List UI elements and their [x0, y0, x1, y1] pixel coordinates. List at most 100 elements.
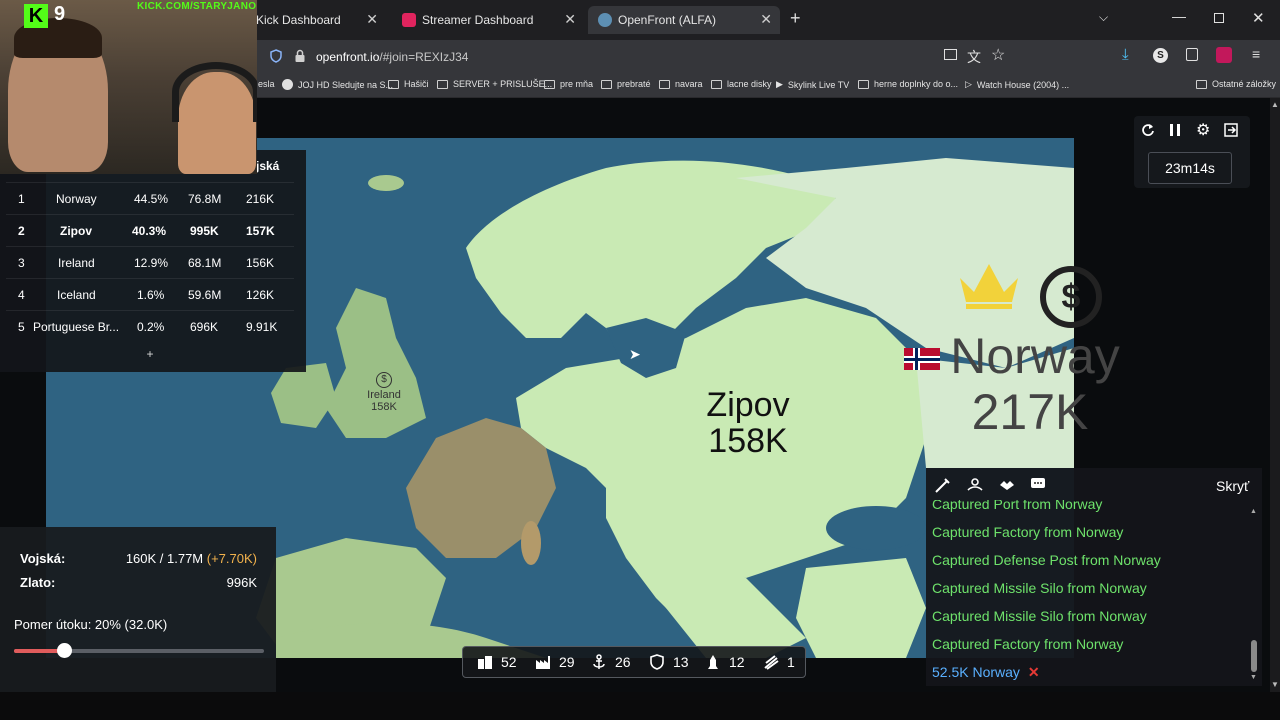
- events-scrollbar[interactable]: ▲ ▼: [1250, 508, 1258, 682]
- attack-filter-icon[interactable]: [934, 476, 952, 494]
- translate-icon[interactable]: 文: [967, 47, 981, 67]
- building-count-port[interactable]: 26: [591, 654, 631, 670]
- cancel-attack-icon[interactable]: ✕: [1028, 664, 1040, 680]
- url-text[interactable]: openfront.io/#join=REXIzJ34: [316, 50, 468, 64]
- events-scroll-down-icon[interactable]: ▼: [1250, 674, 1257, 681]
- bookmark-label: prebraté: [617, 79, 651, 89]
- events-scroll-thumb[interactable]: [1251, 640, 1257, 672]
- close-window-icon[interactable]: ✕: [1252, 9, 1265, 27]
- troops: 157K: [246, 224, 275, 238]
- bookmark-item[interactable]: ▶ Skylink Live TV: [776, 79, 849, 90]
- building-count-city[interactable]: 52: [477, 654, 517, 670]
- bookmark-item[interactable]: lacne disky: [711, 79, 772, 89]
- bookmark-item[interactable]: Ostatné záložky: [1196, 79, 1276, 89]
- scroll-down-icon[interactable]: ▼: [1271, 680, 1279, 689]
- viewer-count: 9: [54, 3, 66, 25]
- bookmark-item[interactable]: Hašiči: [388, 79, 429, 89]
- bookmark-label: Skylink Live TV: [787, 79, 850, 90]
- new-tab-icon[interactable]: +: [790, 8, 801, 29]
- download-icon[interactable]: ⤓: [1122, 46, 1129, 63]
- leaderboard-row[interactable]: 1 Norway 44.5% 76.8M 216K: [6, 182, 294, 214]
- settings-icon[interactable]: ⚙: [1196, 120, 1210, 140]
- trade-filter-icon[interactable]: [966, 476, 984, 494]
- game-timer: 23m14s: [1148, 152, 1232, 184]
- player-name: Iceland: [57, 288, 96, 302]
- count: 29: [559, 654, 575, 670]
- bookmark-item[interactable]: herne doplnky do o...: [858, 79, 958, 89]
- attack-ratio-slider-handle[interactable]: [57, 643, 72, 658]
- alliance-filter-icon[interactable]: [998, 476, 1016, 494]
- attack-ratio-slider[interactable]: [14, 643, 264, 658]
- microphone-extension-icon[interactable]: [1216, 47, 1232, 63]
- folder-icon: [1196, 79, 1207, 89]
- count: 13: [673, 654, 689, 670]
- factory-icon: [536, 656, 550, 669]
- lock-icon[interactable]: [294, 49, 306, 63]
- troops: 9.91K: [246, 320, 278, 334]
- pause-icon[interactable]: [1170, 124, 1180, 136]
- player-name: Zipov: [60, 224, 92, 238]
- bookmark-item[interactable]: ▷ Watch House (2004) ...: [965, 79, 1069, 90]
- page-scrollbar[interactable]: ▲ ▼: [1270, 98, 1280, 692]
- close-icon[interactable]: ✕: [564, 11, 576, 28]
- event-message: Captured Factory from Norway: [932, 636, 1124, 652]
- chat-filter-icon[interactable]: [1030, 476, 1046, 492]
- gold: 696K: [190, 320, 219, 334]
- globe-favicon-icon: [598, 13, 612, 27]
- bookmark-label: herne doplnky do o...: [874, 79, 959, 89]
- leaderboard-row-current-player[interactable]: 2 Zipov 40.3% 995K 157K: [6, 214, 294, 246]
- tab-kick-dashboard[interactable]: Kick Dashboard ✕: [250, 6, 386, 34]
- gold-label: Zlato:: [20, 575, 56, 590]
- close-icon[interactable]: ✕: [366, 11, 378, 28]
- gold: 76.8M: [188, 192, 222, 206]
- bookmark-item[interactable]: prebraté: [601, 79, 651, 89]
- building-count-sam-launcher[interactable]: 1: [763, 654, 795, 670]
- events-scroll-up-icon[interactable]: ▲: [1250, 508, 1257, 515]
- minimize-icon[interactable]: —: [1172, 8, 1186, 24]
- tab-label: Kick Dashboard: [256, 13, 341, 27]
- headphones-icon: [172, 62, 257, 122]
- exit-icon[interactable]: [1224, 123, 1238, 137]
- events-list: Captured Port from Norway Captured Facto…: [926, 500, 1246, 686]
- bookmark-item[interactable]: JOJ HD Sledujte na S...: [282, 79, 393, 90]
- bookmark-star-icon[interactable]: ☆: [991, 45, 1005, 65]
- url-host: openfront.io: [316, 50, 380, 64]
- leaderboard-expand-button[interactable]: +: [138, 347, 162, 365]
- close-icon[interactable]: ✕: [760, 11, 772, 28]
- tab-openfront[interactable]: OpenFront (ALFA) ✕: [588, 6, 780, 34]
- anatolia-territory: [796, 558, 926, 658]
- bookmark-item[interactable]: esla: [258, 79, 275, 89]
- leaderboard-row[interactable]: 4 Iceland 1.6% 59.6M 126K: [6, 278, 294, 310]
- rank: 1: [18, 192, 25, 206]
- browser-menu-icon[interactable]: ≡: [1252, 46, 1260, 62]
- rank: 5: [18, 320, 25, 334]
- incoming-attack-message[interactable]: 52.5K Norway ✕: [932, 664, 1040, 681]
- leaderboard-row[interactable]: 5 Portuguese Br... 0.2% 696K 9.91K: [6, 310, 294, 342]
- territory-percent: 12.9%: [134, 256, 169, 270]
- bookmark-item[interactable]: pre mňa: [544, 79, 593, 89]
- building-count-missile-silo[interactable]: 12: [705, 654, 745, 670]
- map-label-name: Norway: [950, 328, 1120, 384]
- bookmark-label: JOJ HD Sledujte na S...: [298, 79, 394, 90]
- gold-value: 996K: [226, 575, 257, 590]
- kick-logo-icon: K: [24, 4, 48, 28]
- hide-events-button[interactable]: Skryť: [1216, 478, 1249, 494]
- leaderboard-row[interactable]: 3 Ireland 12.9% 68.1M 156K: [6, 246, 294, 278]
- territory-percent: 0.2%: [137, 320, 165, 334]
- tab-list-chevron-icon[interactable]: ⌵: [1099, 10, 1108, 25]
- restore-icon[interactable]: [1214, 13, 1224, 23]
- building-count-factory[interactable]: 29: [535, 654, 575, 670]
- bookmark-item[interactable]: SERVER + PRISLUŠE...: [437, 79, 552, 89]
- scroll-up-icon[interactable]: ▲: [1271, 100, 1279, 109]
- leaderboard-header-troops[interactable]: jská: [256, 159, 279, 173]
- folder-icon: [388, 79, 399, 89]
- restart-icon[interactable]: [1141, 123, 1155, 137]
- install-app-icon[interactable]: [944, 49, 957, 60]
- profile-s-icon[interactable]: S: [1153, 48, 1168, 63]
- extensions-icon[interactable]: [1186, 48, 1198, 61]
- bookmark-item[interactable]: navara: [659, 79, 703, 89]
- event-message: Captured Defense Post from Norway: [932, 552, 1161, 568]
- game-controls-panel: ⚙ 23m14s: [1134, 116, 1250, 188]
- building-count-defense-post[interactable]: 13: [649, 654, 689, 670]
- tab-streamer-dashboard[interactable]: Streamer Dashboard ✕: [392, 6, 584, 34]
